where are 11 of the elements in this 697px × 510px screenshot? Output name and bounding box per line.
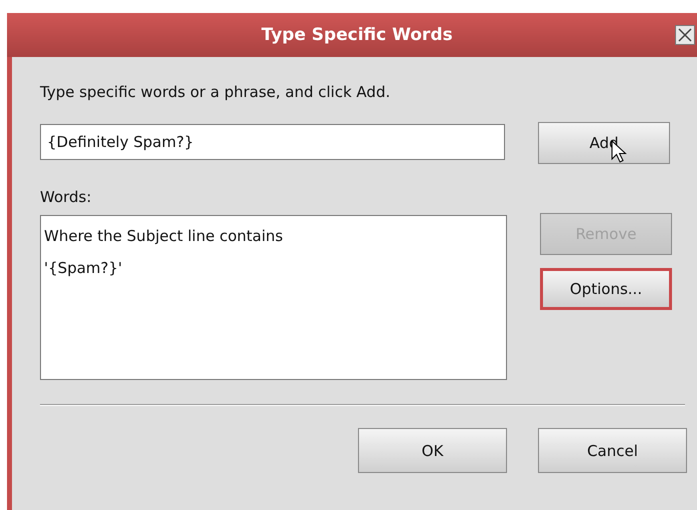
words-label: Words: [40, 187, 92, 208]
window-title: Type Specific Words [261, 25, 453, 45]
close-icon[interactable] [675, 25, 695, 45]
options-button[interactable]: Options... [540, 268, 672, 310]
cancel-button[interactable]: Cancel [538, 428, 687, 473]
list-line: '{Spam?}' [44, 258, 124, 279]
instruction-text: Type specific words or a phrase, and click Add. [40, 82, 392, 103]
phrase-input-field[interactable]: {Definitely Spam?} [40, 124, 505, 160]
words-list-box[interactable]: Where the Subject line contains '{Spam?}' [40, 215, 507, 380]
list-line: Where the Subject line contains [44, 226, 284, 247]
ok-button[interactable]: OK [358, 428, 507, 473]
